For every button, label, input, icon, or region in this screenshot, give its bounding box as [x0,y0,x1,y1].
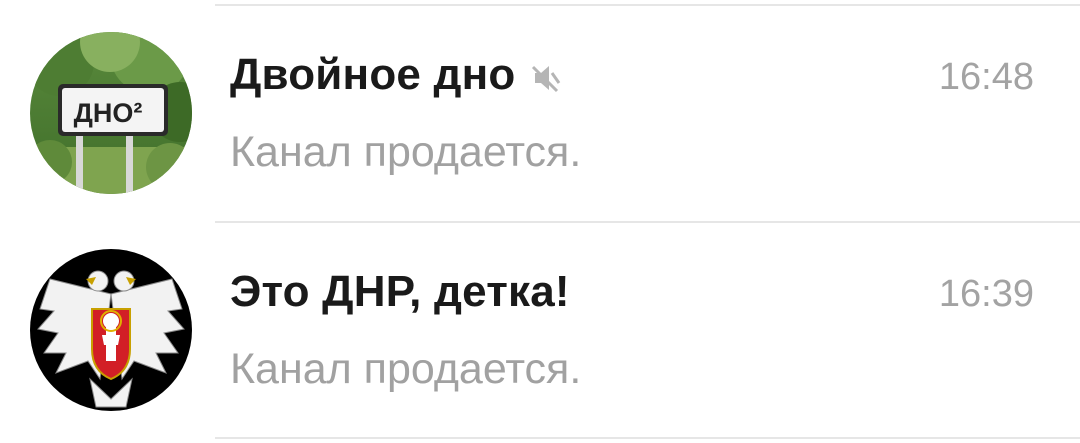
road-sign-avatar[interactable]: ДНО² [30,32,192,194]
chat-preview: Канал продается. [230,345,582,393]
bottom-divider [215,437,1080,439]
chat-preview: Канал продается. [230,128,582,176]
chat-title: Это ДНР, детка! [230,267,570,316]
chat-list-item[interactable]: Это ДНР, детка! 16:39 Канал продается. [0,223,1080,439]
road-sign-image: ДНО² [30,32,192,194]
chat-title: Двойное дно [230,50,563,100]
chat-title-text: Двойное дно [230,50,516,99]
chat-time: 16:39 [938,273,1034,315]
svg-text:ДНО²: ДНО² [74,98,143,128]
dpr-coat-of-arms-avatar[interactable] [30,249,192,411]
chat-list-item[interactable]: ДНО² Двойное дно 16:48 Канал продается. [0,6,1080,222]
muted-speaker-icon [529,56,563,93]
coat-of-arms-image [30,249,192,411]
chat-time: 16:48 [938,56,1034,98]
